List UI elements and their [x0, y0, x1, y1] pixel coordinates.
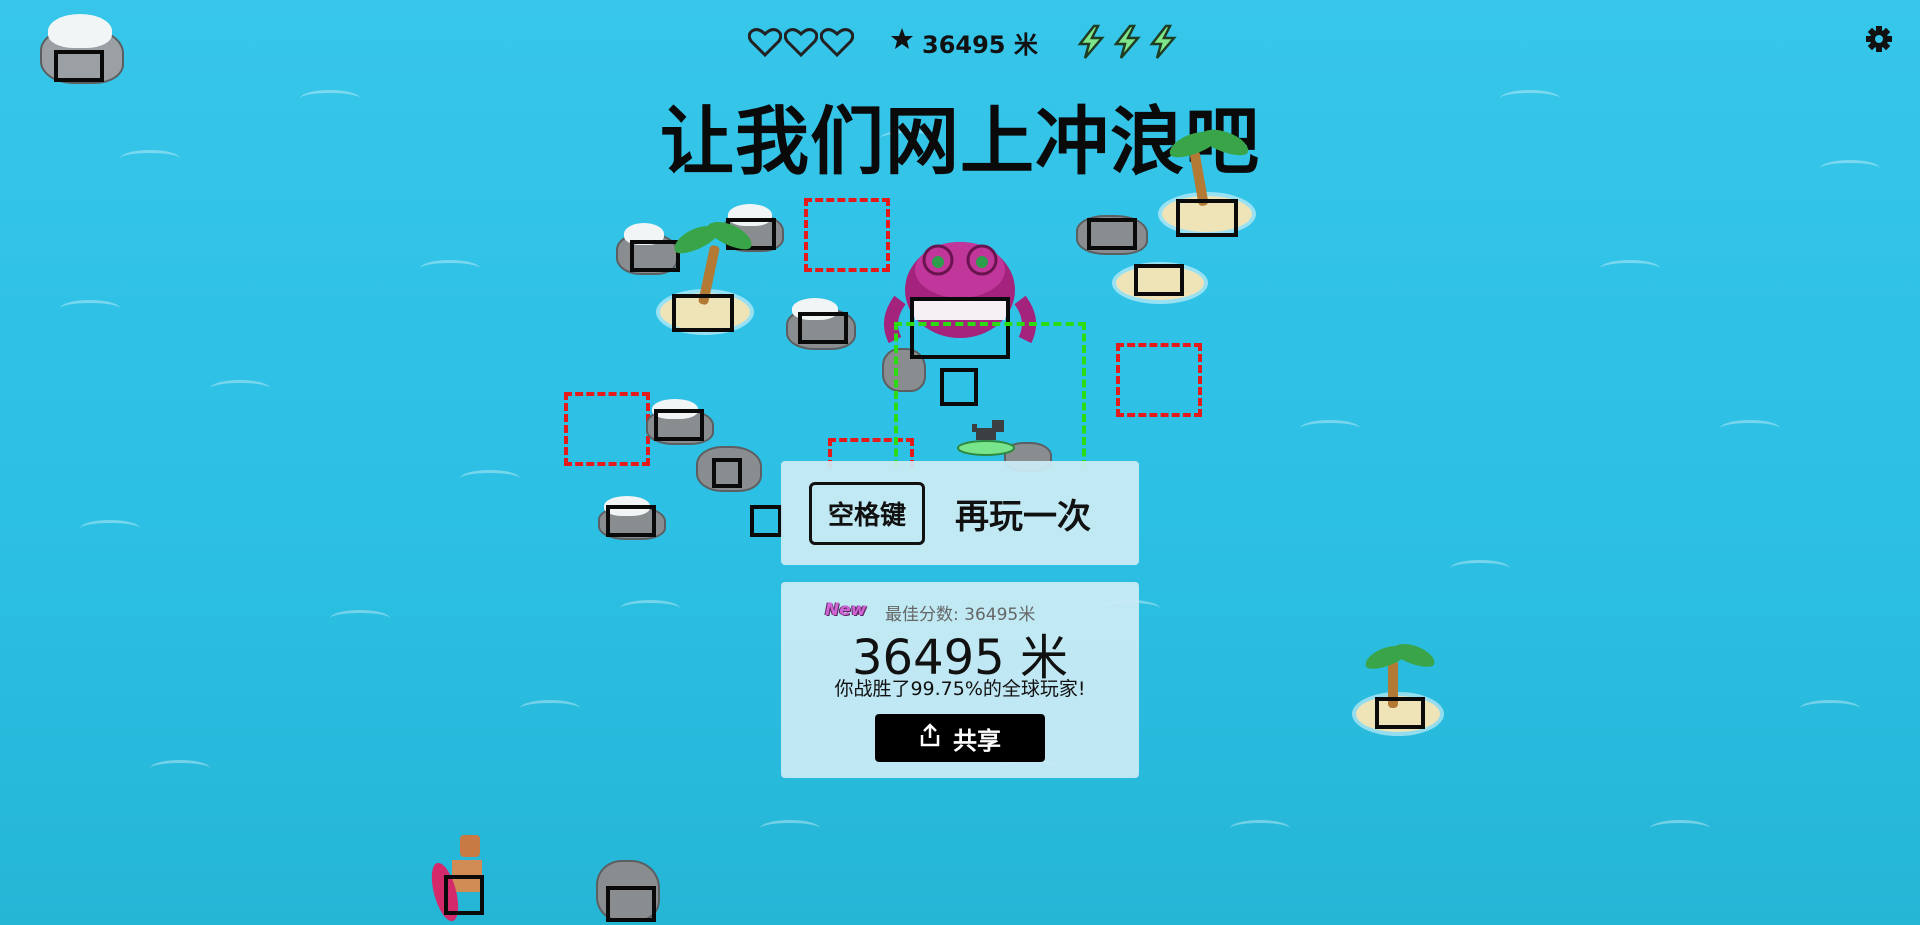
- obstacle-bounding-box: [606, 505, 656, 537]
- obstacle-bounding-box: [606, 886, 656, 922]
- wave-ripple: [1650, 820, 1710, 837]
- obstacle-bounding-box: [1375, 697, 1425, 729]
- obstacle-bounding-box: [940, 368, 978, 406]
- share-icon: [919, 723, 941, 753]
- replay-panel[interactable]: 空格键 再玩一次: [781, 461, 1139, 565]
- wave-ripple: [420, 260, 480, 277]
- hazard-bounding-box: [564, 392, 650, 466]
- wave-ripple: [1230, 820, 1290, 837]
- heart-icon: [820, 27, 854, 57]
- obstacle-bounding-box: [798, 312, 848, 344]
- wave-ripple: [760, 820, 820, 837]
- obstacle-bounding-box: [750, 505, 782, 537]
- obstacle-bounding-box: [54, 50, 104, 82]
- obstacle-bounding-box: [1134, 264, 1184, 296]
- wave-ripple: [1300, 420, 1360, 437]
- play-again-label[interactable]: 再玩一次: [955, 489, 1091, 538]
- obstacle-bounding-box: [654, 409, 704, 441]
- boost-indicator: [1074, 24, 1180, 60]
- lightning-bolt-icon: [1146, 24, 1180, 60]
- heart-icon: [748, 27, 782, 57]
- result-panel: New 最佳分数: 36495米 36495 米 你战胜了99.75%的全球玩家…: [781, 582, 1139, 778]
- wave-ripple: [1600, 260, 1660, 277]
- wave-ripple: [460, 470, 520, 487]
- lightning-bolt-icon: [1074, 24, 1108, 60]
- wave-ripple: [150, 760, 210, 777]
- spacebar-key-button[interactable]: 空格键: [809, 481, 926, 545]
- wave-ripple: [620, 600, 680, 617]
- obstacle-bounding-box: [712, 458, 742, 488]
- wave-ripple: [80, 520, 140, 537]
- dog-on-float: [956, 410, 1016, 460]
- lightning-bolt-icon: [1110, 24, 1144, 60]
- star-icon: [890, 27, 914, 57]
- game-canvas[interactable]: 36495 米 让我们网上冲浪吧 空格键 再玩一次 New 最佳分数: 3649…: [0, 0, 1920, 925]
- wave-ripple: [520, 700, 580, 717]
- new-record-badge: New: [825, 600, 867, 620]
- wave-ripple: [1720, 420, 1780, 437]
- distance-score: 36495 米: [890, 25, 1038, 60]
- lives-indicator: [748, 27, 854, 57]
- hazard-bounding-box: [1116, 343, 1202, 417]
- wave-ripple: [60, 300, 120, 317]
- wave-ripple: [210, 380, 270, 397]
- percentile-text: 你战胜了99.75%的全球玩家!: [834, 678, 1086, 700]
- wave-ripple: [1800, 700, 1860, 717]
- hud-bar: 36495 米: [748, 22, 1180, 62]
- obstacle-bounding-box: [444, 875, 484, 915]
- obstacle-bounding-box: [1176, 199, 1238, 237]
- wave-ripple: [330, 610, 390, 627]
- share-label: 共享: [953, 726, 1001, 755]
- wave-ripple: [1450, 560, 1510, 577]
- obstacle-bounding-box: [672, 294, 734, 332]
- distance-score-text: 36495 米: [922, 30, 1038, 59]
- share-button[interactable]: 共享: [875, 714, 1045, 762]
- heart-icon: [784, 27, 818, 57]
- gear-icon[interactable]: [1864, 24, 1894, 54]
- obstacle-bounding-box: [1087, 218, 1137, 250]
- game-title: 让我们网上冲浪吧: [660, 99, 1260, 185]
